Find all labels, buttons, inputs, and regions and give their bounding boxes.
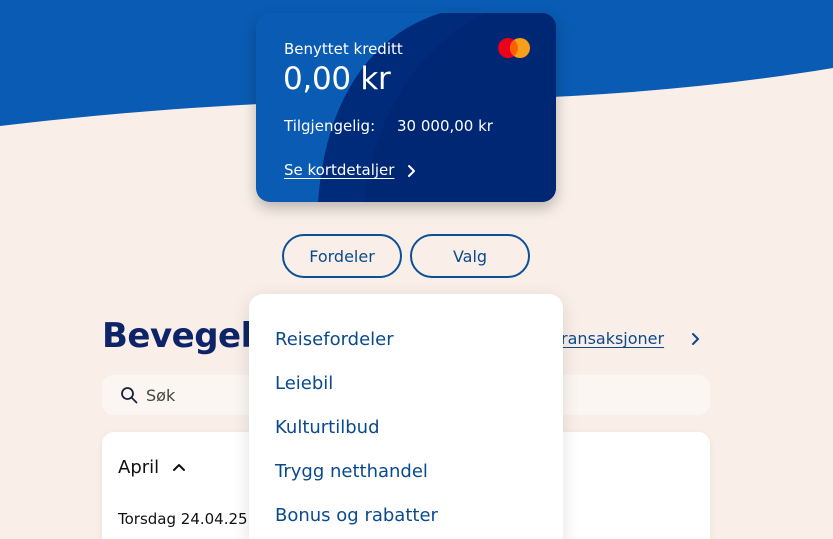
- used-credit-label: Benyttet kreditt: [284, 40, 403, 58]
- used-credit-amount: 0,00 kr: [283, 61, 391, 97]
- benefits-button[interactable]: Fordeler: [282, 234, 402, 278]
- menu-item-bonus-discounts[interactable]: Bonus og rabatter: [275, 505, 438, 526]
- credit-card: Benyttet kreditt 0,00 kr Tilgjengelig: 3…: [256, 13, 556, 202]
- day-header: Torsdag 24.04.25: [118, 510, 248, 528]
- chevron-right-icon: [408, 165, 415, 177]
- menu-item-safe-online-shopping[interactable]: Trygg netthandel: [275, 461, 428, 482]
- card-details-link[interactable]: Se kortdetaljer: [284, 161, 394, 179]
- menu-item-travel-benefits[interactable]: Reisefordeler: [275, 329, 394, 350]
- chevron-up-icon[interactable]: [172, 461, 186, 473]
- menu-item-rental-car[interactable]: Leiebil: [275, 373, 333, 394]
- month-header[interactable]: April: [118, 457, 159, 478]
- menu-item-culture-offers[interactable]: Kulturtilbud: [275, 417, 380, 438]
- available-label: Tilgjengelig:: [284, 117, 376, 135]
- options-button[interactable]: Valg: [410, 234, 530, 278]
- mastercard-logo-icon: [498, 38, 530, 58]
- available-amount: 30 000,00 kr: [397, 117, 493, 135]
- chevron-right-icon: [692, 333, 699, 345]
- search-icon: [121, 387, 138, 404]
- benefits-dropdown-menu: Reisefordeler Leiebil Kulturtilbud Trygg…: [249, 294, 563, 539]
